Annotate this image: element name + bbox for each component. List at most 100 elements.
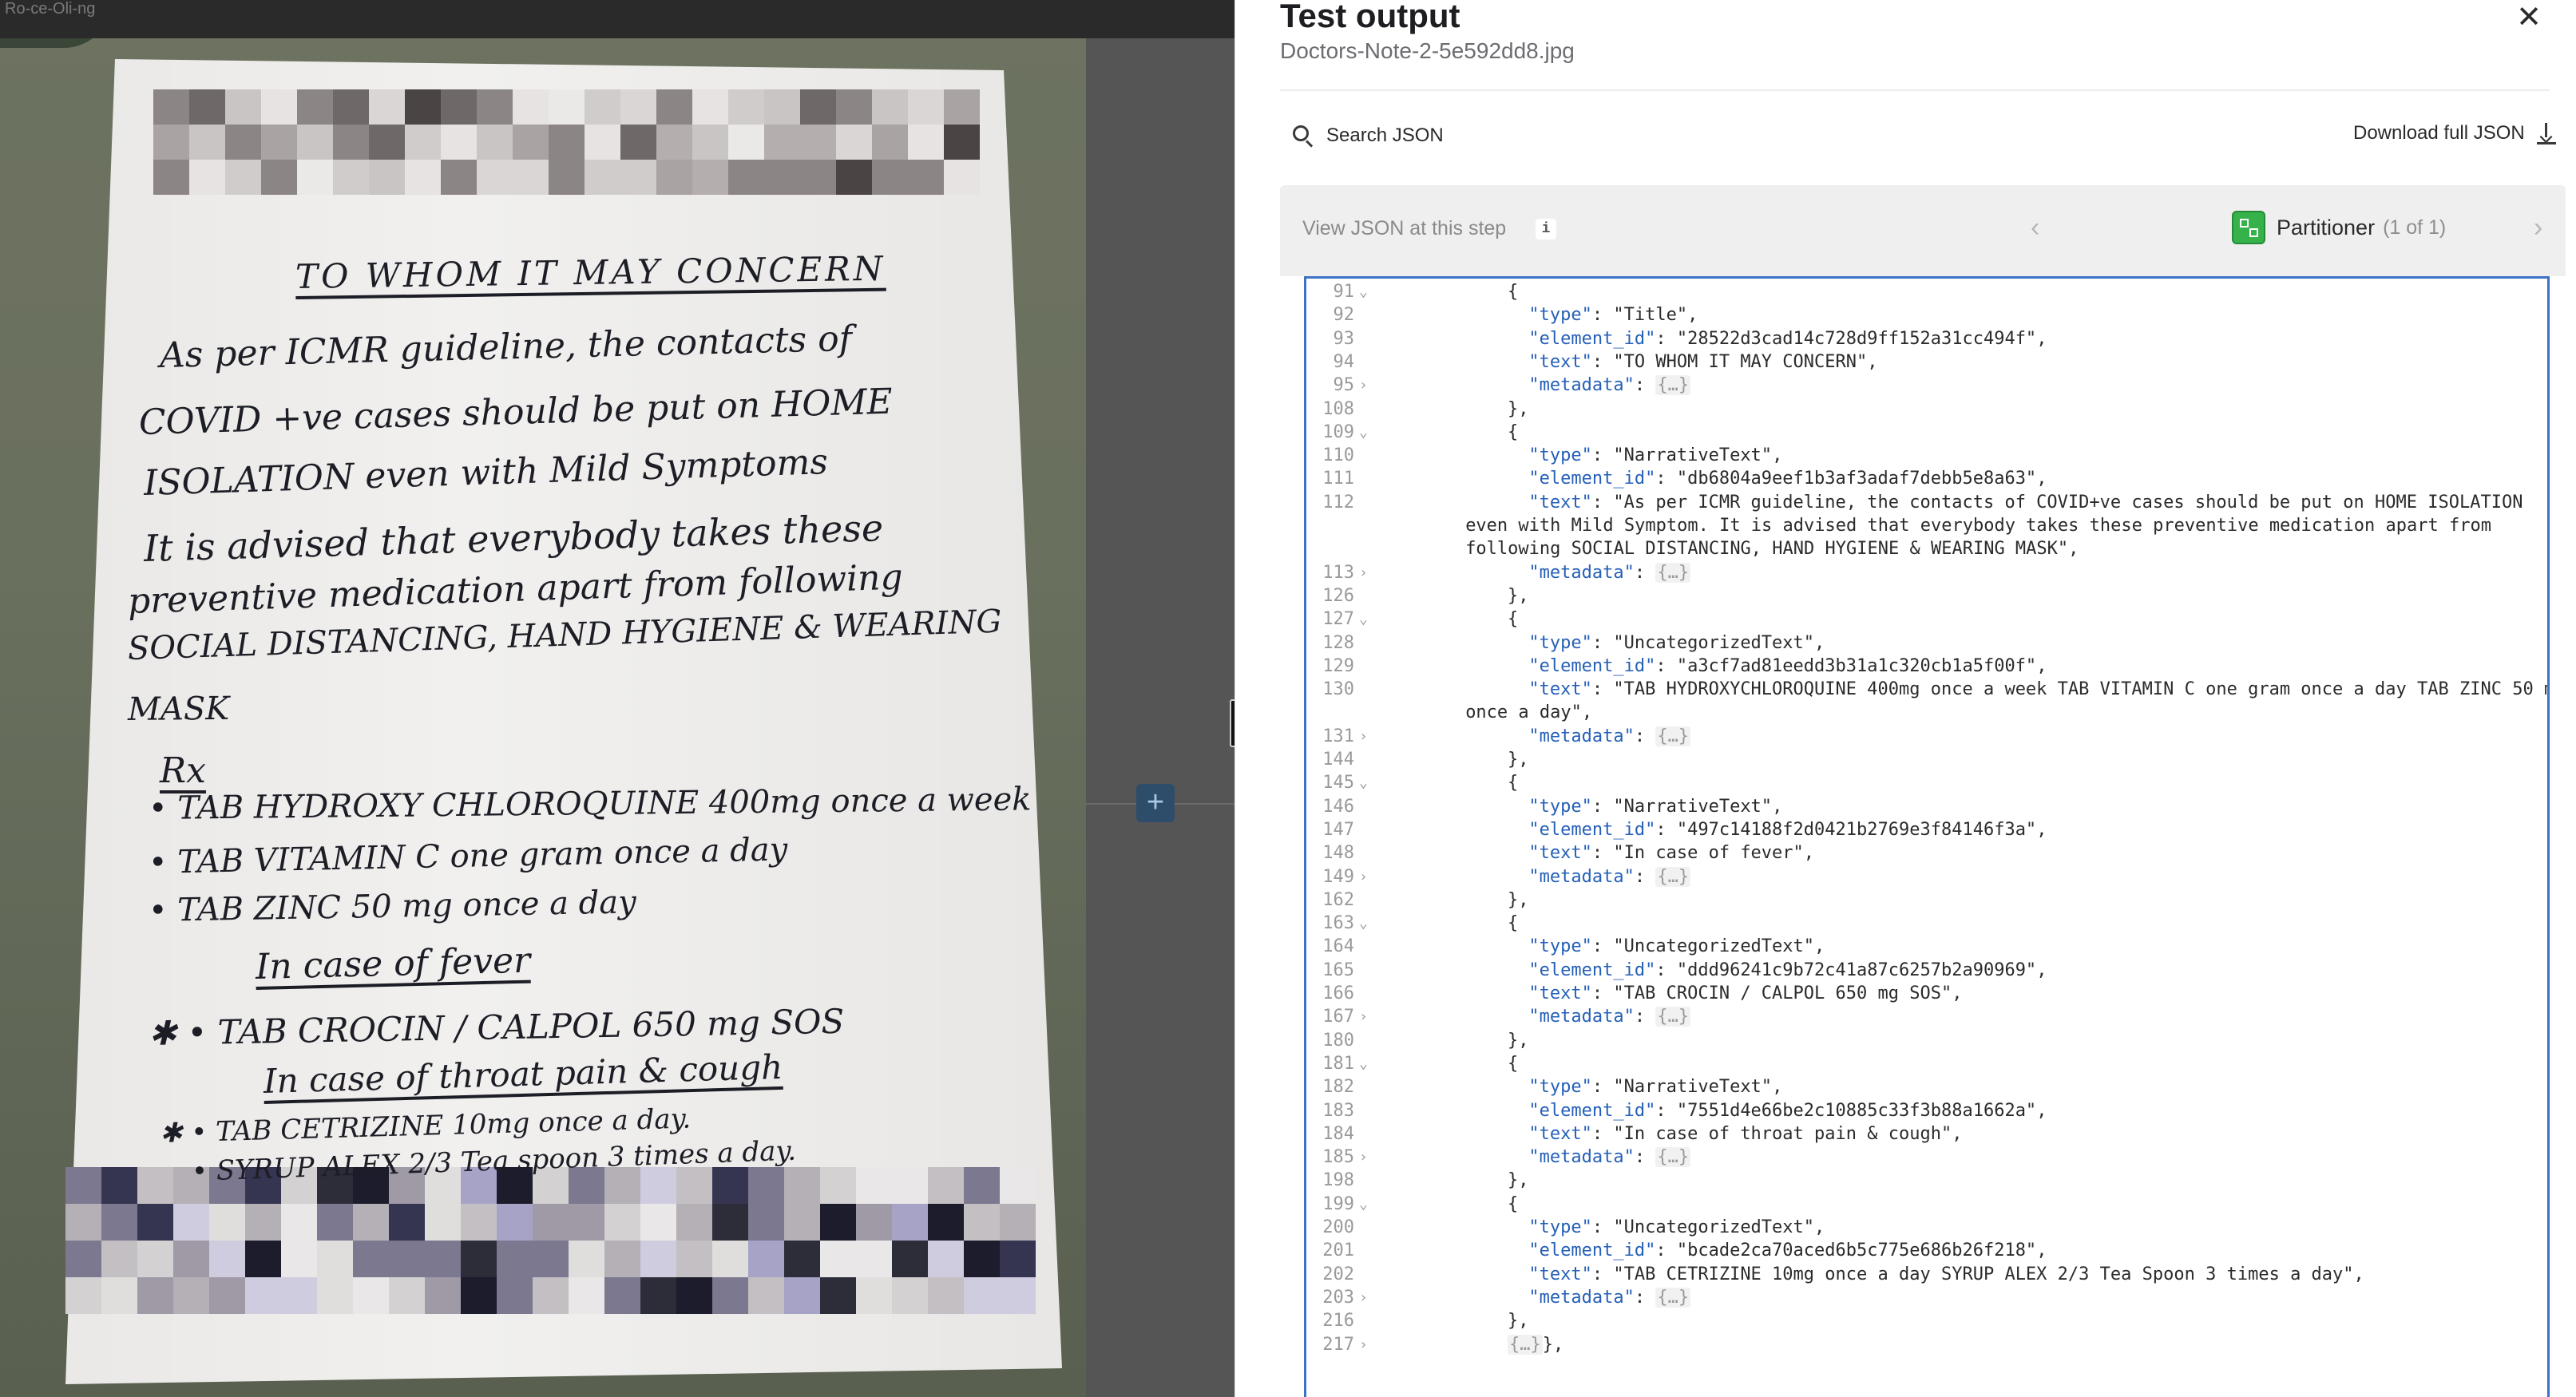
line-number: 149 [1322,866,1354,887]
collapse-chevron-icon[interactable]: ⌄ [1359,283,1375,300]
search-bar[interactable] [1291,120,1611,152]
json-value: , [2068,539,2079,560]
json-line: 112 "text": "As per ICMR guideline, the c… [1306,493,2547,516]
collapse-chevron-icon[interactable]: ⌄ [1359,774,1375,791]
expand-chevron-icon[interactable]: › [1359,1336,1375,1353]
json-code: "element_id": "7551d4e66be2c10885c33f3b8… [1528,1101,2047,1121]
json-line: following SOCIAL DISTANCING, HAND HYGIEN… [1306,539,2547,563]
json-viewer[interactable]: 91 ⌄{92 "type": "Title", 93 "element_id": "2… [1304,276,2550,1397]
json-code: "text": "As per ICMR guideline, the cont… [1528,493,2522,512]
line-number: 127 [1322,609,1354,630]
collapsed-object[interactable]: {…} [1655,1007,1691,1027]
expand-chevron-icon[interactable]: › [1359,564,1375,581]
collapsed-object[interactable]: {…} [1655,1147,1691,1168]
json-value: , [1867,351,1878,372]
json-line: 110 "type": "NarrativeText", [1306,445,2547,469]
collapse-chevron-icon[interactable]: ⌄ [1359,1196,1375,1213]
json-code: }, [1508,1311,1529,1331]
json-value: "UncategorizedText" [1613,1217,1815,1237]
json-line: 126}, [1306,586,2547,610]
collapsed-object[interactable]: {…} [1655,562,1691,583]
json-key: "text" [1528,1264,1592,1284]
json-value: : [1591,1217,1614,1237]
collapsed-object[interactable]: {…} [1655,375,1691,396]
json-value: }, [1508,889,1529,910]
json-value: , [1581,702,1593,723]
json-value: : [1591,1077,1614,1098]
close-icon[interactable]: ✕ [2511,2,2546,37]
collapsed-object[interactable]: {…} [1655,866,1691,887]
json-value: , [2036,469,2047,489]
json-value: , [1772,796,1783,817]
line-number: 93 [1333,328,1355,349]
json-value: : [1591,983,1614,1003]
expand-chevron-icon[interactable]: › [1359,728,1375,745]
json-value: : [1591,632,1614,653]
add-step-button[interactable]: + [1136,784,1175,822]
step-chip-partitioner[interactable]: Partitioner (1 of 1) [2232,211,2446,244]
json-value: "7551d4e66be2c10885c33f3b88a1662a" [1676,1100,2037,1121]
download-json-button[interactable]: Download full JSON [2353,121,2558,145]
json-code: { [1508,773,1518,793]
json-line: 109 ⌄ { [1306,422,2547,446]
collapse-chevron-icon[interactable]: ⌄ [1359,1055,1375,1072]
json-value: "TAB CROCIN / CALPOL 650 mg SOS" [1613,983,1952,1003]
json-line: 216}, [1306,1311,2547,1335]
json-line: 166 "text": "TAB CROCIN / CALPOL 650 mg S… [1306,983,2547,1007]
expand-chevron-icon[interactable]: › [1359,869,1375,885]
json-value: , [1814,632,1825,653]
json-code: { [1508,1054,1518,1074]
json-key: "type" [1528,796,1592,817]
json-line: 129 "element_id": "a3cf7ad81eedd3b31a1c32… [1306,656,2547,680]
json-code: }, [1508,890,1529,910]
json-key: "element_id" [1528,960,1656,980]
json-code: "text": "TO WHOM IT MAY CONCERN", [1528,352,1877,372]
expand-chevron-icon[interactable]: › [1359,1008,1375,1025]
json-line: 180}, [1306,1031,2547,1055]
json-line: 198}, [1306,1170,2547,1194]
previous-step-chevron-icon[interactable]: ‹ [2031,212,2039,243]
line-number: 94 [1333,351,1355,372]
json-value: , [2036,1100,2047,1121]
line-number: 181 [1322,1053,1354,1074]
line-number: 92 [1333,305,1355,326]
json-code: "element_id": "a3cf7ad81eedd3b31a1c320cb… [1528,656,2047,676]
expand-chevron-icon[interactable]: › [1359,377,1375,394]
json-line: 200 "type": "UncategorizedText", [1306,1217,2547,1241]
line-number: 203 [1322,1287,1354,1308]
line-number: 180 [1322,1030,1354,1051]
viewer-top-bar: Ro-ce-Oli-ng [0,0,1234,38]
json-value: once a day" [1465,702,1582,723]
json-code: }, [1508,1031,1529,1051]
json-key: "text" [1528,492,1592,512]
line-number: 91 [1333,282,1355,302]
collapse-chevron-icon[interactable]: ⌄ [1359,915,1375,932]
json-value: "UncategorizedText" [1613,632,1815,653]
line-number: 148 [1322,843,1354,864]
collapse-chevron-icon[interactable]: ⌄ [1359,424,1375,441]
json-value: "In case of throat pain & cough" [1613,1123,1952,1144]
info-icon[interactable]: i [1536,219,1556,239]
json-line: 149 › "metadata": {…} [1306,866,2547,891]
json-line: 164 "type": "UncategorizedText", [1306,936,2547,960]
json-value: "ddd96241c9b72c41a87c6257b2a90969" [1676,960,2037,980]
collapse-chevron-icon[interactable]: ⌄ [1359,611,1375,627]
json-value: : [1591,936,1614,957]
json-key: "element_id" [1528,1100,1656,1121]
json-value: "NarrativeText" [1613,445,1773,466]
expand-chevron-icon[interactable]: › [1359,1289,1375,1306]
collapsed-object[interactable]: {…} [1655,1287,1691,1308]
file-name: Doctors-Note-2-5e592dd8.jpg [1280,38,1575,63]
next-step-chevron-icon[interactable]: › [2534,212,2542,243]
line-number: 165 [1322,960,1354,980]
expand-chevron-icon[interactable]: › [1359,1149,1375,1165]
collapsed-object[interactable]: {…} [1655,726,1691,746]
json-key: "type" [1528,632,1592,653]
json-value: , [1772,445,1783,466]
json-value: following SOCIAL DISTANCING, HAND HYGIEN… [1465,539,2069,560]
collapsed-object[interactable]: {…} [1508,1334,1543,1355]
json-value: : [1591,492,1614,512]
json-line: 163 ⌄ { [1306,913,2547,937]
search-input[interactable] [1326,125,1598,147]
json-value: , [2036,328,2047,349]
